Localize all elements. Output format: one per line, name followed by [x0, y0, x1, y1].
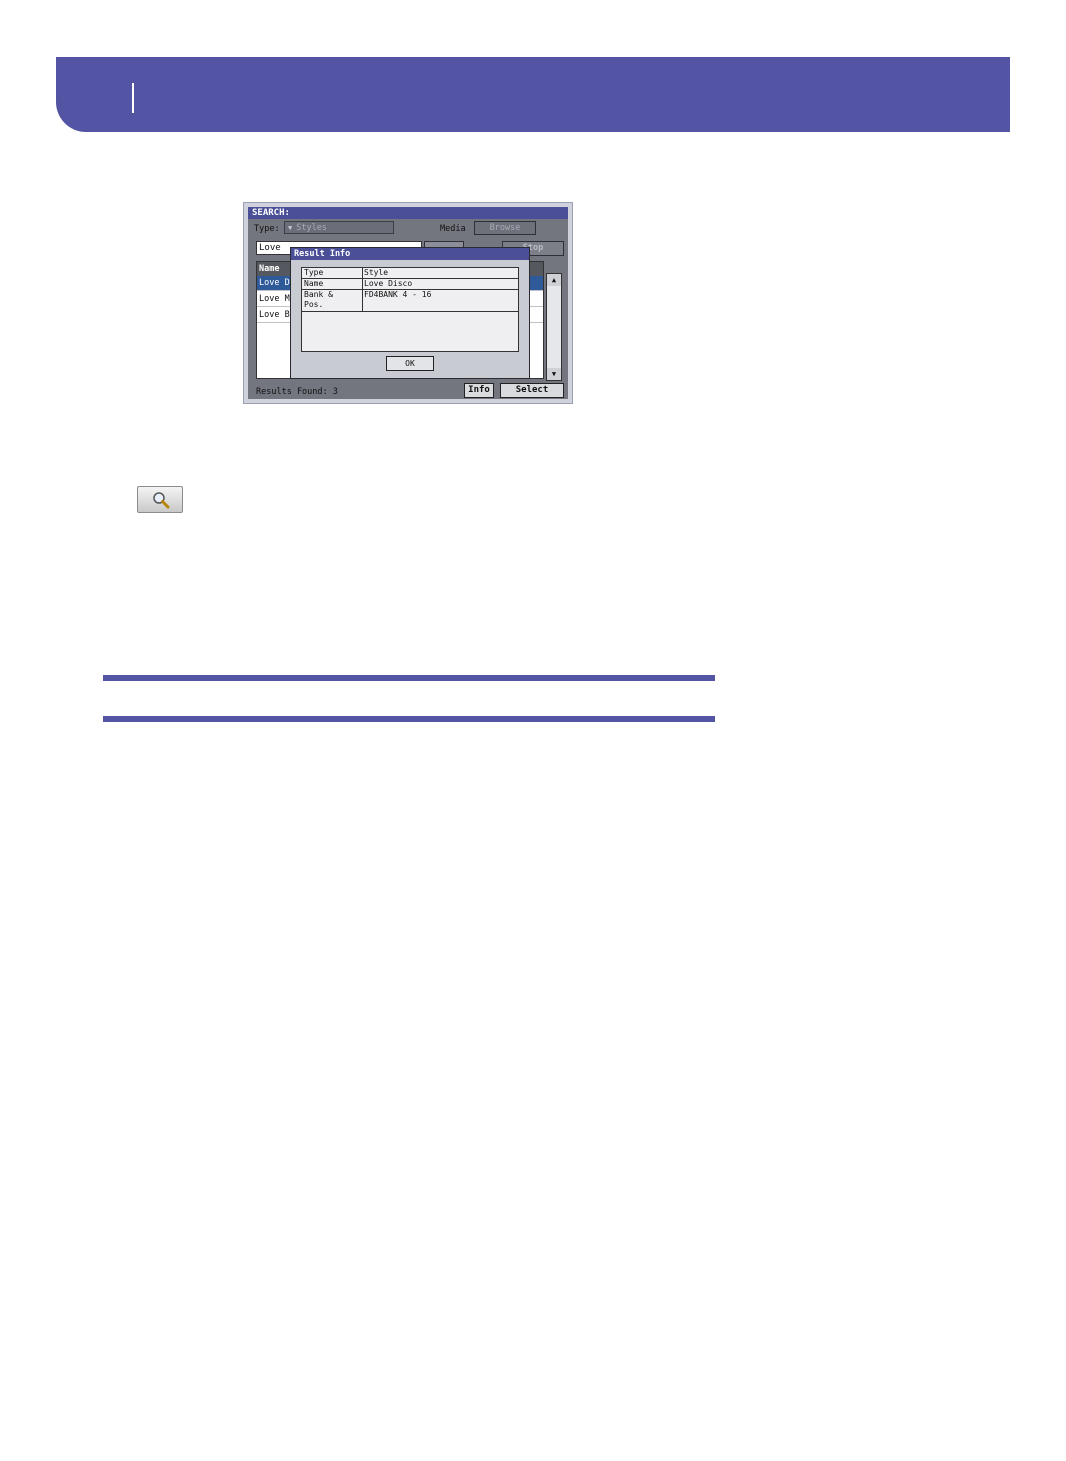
chapter-header-band: [56, 57, 1010, 132]
info-value: FD4BANK 4 - 16: [364, 290, 432, 299]
media-label: Media: [440, 224, 466, 234]
info-value: Love Disco: [364, 279, 413, 288]
info-button[interactable]: Info: [464, 383, 494, 398]
table-row: Bank & Pos. FD4BANK 4 - 16: [302, 290, 518, 312]
type-label: Type:: [254, 224, 280, 234]
section-rule-bottom: [103, 716, 715, 722]
header-divider: [132, 83, 134, 113]
ok-button[interactable]: OK: [386, 356, 434, 371]
search-window: SEARCH: Type: ▼ Styles Media Browse Love …: [248, 207, 568, 399]
info-key: Name: [304, 279, 324, 288]
info-value: Style: [364, 268, 389, 277]
chevron-down-icon: ▼: [288, 224, 293, 232]
type-dropdown-value: Styles: [296, 223, 327, 233]
magnifier-icon: [153, 492, 170, 509]
type-dropdown[interactable]: ▼ Styles: [284, 221, 394, 234]
search-title-bar: SEARCH:: [248, 207, 568, 219]
select-button[interactable]: Select: [500, 383, 564, 398]
table-row: Type Style: [302, 268, 518, 279]
scroll-down-arrow-icon[interactable]: ▼: [547, 368, 561, 380]
results-scrollbar[interactable]: ▲ ▼: [546, 273, 562, 381]
search-icon-button[interactable]: [137, 486, 183, 513]
table-row: Name Love Disco: [302, 279, 518, 290]
search-screen-capture: SEARCH: Type: ▼ Styles Media Browse Love …: [243, 202, 573, 404]
results-found-label: Results Found: 3: [256, 387, 338, 397]
browse-button[interactable]: Browse: [474, 221, 536, 235]
info-key: Bank & Pos.: [304, 290, 333, 309]
dialog-title: Result Info: [291, 248, 529, 260]
section-rule-top: [103, 675, 715, 681]
scroll-up-arrow-icon[interactable]: ▲: [547, 274, 561, 286]
info-key: Type: [304, 268, 324, 277]
result-info-table: Type Style Name Love Disco Bank & Pos. F…: [301, 267, 519, 352]
result-info-dialog: Result Info Type Style Name Love Disco B…: [290, 247, 530, 379]
